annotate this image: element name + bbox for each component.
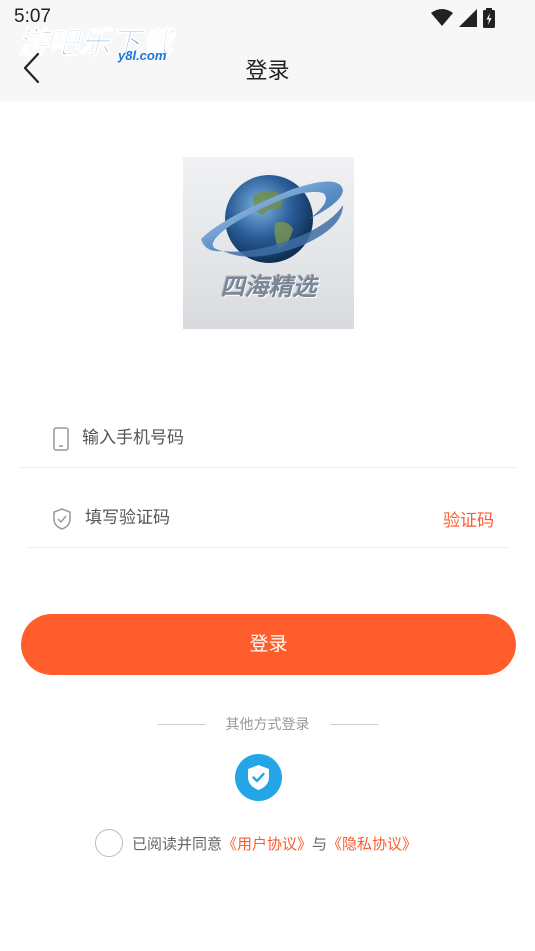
phone-field-row [20, 410, 516, 468]
page-title: 登录 [245, 59, 290, 84]
divider-line-right [330, 724, 378, 725]
verification-code-input[interactable] [85, 503, 405, 533]
shield-icon [53, 508, 71, 530]
signal-icon [459, 9, 477, 27]
alt-login-button[interactable] [235, 754, 282, 801]
app-header: 5:07 游吧乐下载 y8l.com 登录 [0, 0, 535, 101]
get-code-button[interactable]: 验证码 [443, 506, 494, 531]
user-agreement-link[interactable]: 《用户协议》 [222, 833, 312, 854]
wifi-icon [431, 9, 453, 26]
login-button[interactable]: 登录 [21, 614, 516, 675]
logo-text: 四海精选 [220, 273, 317, 301]
battery-icon [483, 8, 495, 28]
status-icons [431, 8, 495, 28]
other-login-divider: 其他方式登录 [0, 714, 535, 736]
agreement-prefix: 已阅读并同意 [132, 834, 223, 853]
privacy-policy-link[interactable]: 《隐私协议》 [327, 833, 417, 854]
globe-icon [201, 175, 343, 263]
shield-check-icon [248, 765, 269, 790]
agreement-joiner: 与 [312, 834, 328, 853]
other-login-label: 其他方式登录 [225, 717, 310, 733]
agreement-row: 已阅读并同意 《用户协议》 与 《隐私协议》 [95, 829, 417, 857]
phone-input[interactable] [82, 423, 462, 453]
phone-icon [53, 427, 69, 451]
app-logo: 四海精选 [183, 157, 354, 329]
agree-checkbox[interactable] [95, 829, 123, 857]
code-field-row: 验证码 [28, 490, 508, 548]
